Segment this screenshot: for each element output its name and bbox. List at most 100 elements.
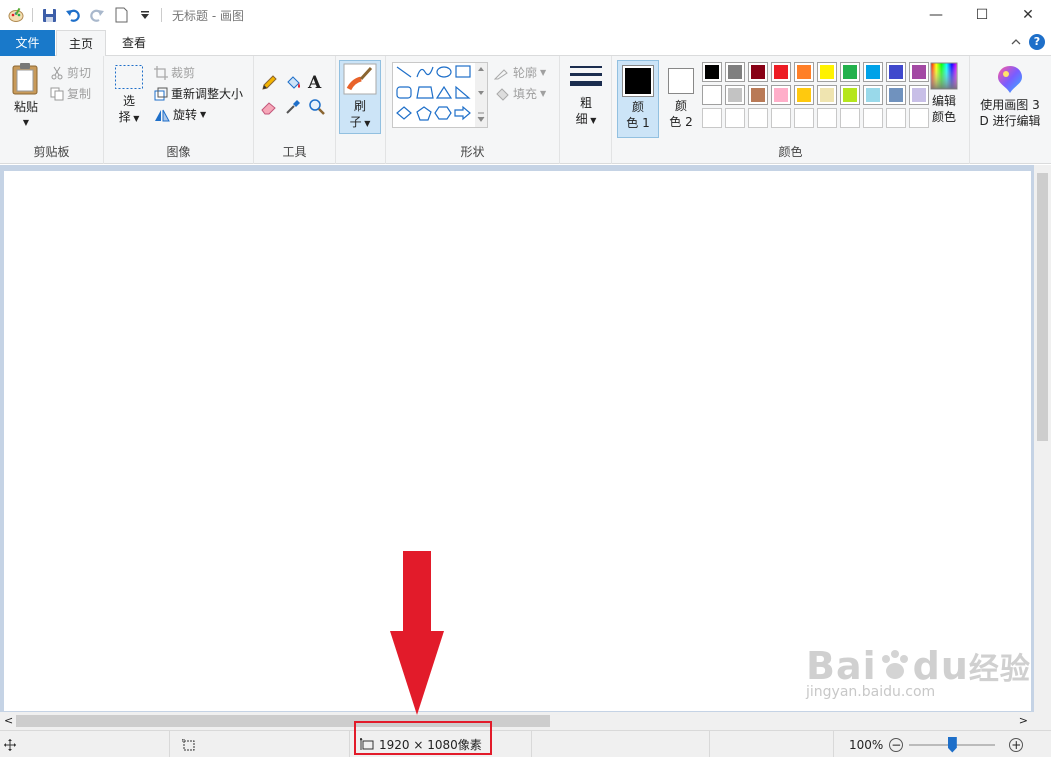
palette-swatch[interactable] (794, 62, 814, 82)
palette-swatch[interactable] (863, 62, 883, 82)
selection-size-cell (170, 731, 350, 757)
watermark-brand: Bai (806, 644, 877, 688)
fill-button[interactable]: 填充 ▼ (494, 83, 546, 104)
scissors-icon (51, 66, 63, 79)
rotate-button[interactable]: 旋转 ▼ (154, 104, 243, 125)
palette-swatch[interactable] (702, 85, 722, 105)
cut-label: 剪切 (67, 66, 92, 80)
palette-swatch[interactable] (886, 85, 906, 105)
shapes-gallery[interactable] (392, 62, 488, 128)
palette-swatch-fill (912, 88, 926, 102)
edit-colors-icon (930, 62, 958, 90)
palette-swatch-empty[interactable] (863, 108, 883, 128)
palette-swatch[interactable] (771, 85, 791, 105)
text-tool-icon[interactable]: A (308, 74, 332, 98)
help-icon[interactable]: ? (1029, 34, 1045, 50)
empty-status-cell (710, 731, 834, 757)
image-size-highlight-box (354, 721, 492, 755)
brushes-label-2: 子 (349, 115, 362, 129)
palette-swatch[interactable] (725, 62, 745, 82)
paint-app-icon[interactable] (7, 6, 25, 24)
vertical-scroll-thumb[interactable] (1037, 173, 1048, 441)
select-button[interactable]: 选 择 ▼ (112, 64, 146, 127)
palette-swatch-fill (912, 111, 926, 125)
scroll-right-icon[interactable]: > (1019, 714, 1028, 727)
paint3d-button[interactable]: 使用画图 3 D 进行编辑 (972, 64, 1048, 129)
palette-swatch-empty[interactable] (748, 108, 768, 128)
color2-button[interactable]: 颜 色 2 (662, 60, 700, 138)
minimize-button[interactable]: — (913, 0, 959, 30)
palette-swatch[interactable] (702, 62, 722, 82)
tab-view[interactable]: 查看 (108, 30, 160, 56)
crop-label: 裁剪 (171, 66, 196, 80)
palette-swatch-empty[interactable] (771, 108, 791, 128)
color1-button[interactable]: 颜 色 1 (617, 60, 659, 138)
tab-file[interactable]: 文件 (0, 30, 55, 56)
fill-icon (496, 87, 509, 101)
outline-button[interactable]: 轮廓 ▼ (494, 62, 546, 83)
paste-button[interactable]: 粘贴 ▼ (8, 62, 44, 131)
resize-button[interactable]: 重新调整大小 (154, 83, 243, 104)
brushes-button[interactable]: 刷 子 ▼ (339, 60, 381, 134)
collapse-ribbon-icon[interactable] (1011, 35, 1021, 49)
fill-bucket-icon[interactable] (284, 74, 308, 98)
zoom-out-icon[interactable]: − (889, 737, 904, 752)
palette-swatch[interactable] (794, 85, 814, 105)
maximize-button[interactable]: ☐ (959, 0, 1005, 30)
redo-icon[interactable] (88, 6, 106, 24)
palette-swatch-empty[interactable] (909, 108, 929, 128)
palette-swatch[interactable] (817, 85, 837, 105)
new-file-icon[interactable] (112, 6, 130, 24)
palette-swatch[interactable] (748, 62, 768, 82)
undo-icon[interactable] (64, 6, 82, 24)
palette-swatch[interactable] (863, 85, 883, 105)
zoom-slider-thumb[interactable] (947, 736, 957, 753)
palette-swatch-empty[interactable] (817, 108, 837, 128)
palette-swatch[interactable] (725, 85, 745, 105)
close-button[interactable]: ✕ (1005, 0, 1051, 30)
palette-swatch-empty[interactable] (725, 108, 745, 128)
rotate-dropdown-icon: ▼ (200, 110, 207, 119)
palette-swatch-empty[interactable] (840, 108, 860, 128)
vertical-scrollbar[interactable] (1034, 165, 1051, 712)
palette-swatch[interactable] (840, 62, 860, 82)
customize-toolbar-dropdown-icon[interactable] (136, 6, 154, 24)
palette-swatch[interactable] (771, 62, 791, 82)
pencil-icon[interactable] (260, 74, 284, 98)
palette-swatch-empty[interactable] (886, 108, 906, 128)
brush-icon (343, 63, 377, 95)
scroll-left-icon[interactable]: < (4, 714, 13, 727)
palette-swatch[interactable] (909, 85, 929, 105)
palette-swatch[interactable] (886, 62, 906, 82)
clipboard-group-label: 剪贴板 (33, 145, 70, 159)
palette-swatch-fill (797, 88, 811, 102)
zoom-slider[interactable] (909, 736, 996, 753)
horizontal-scrollbar[interactable]: < > (0, 712, 1034, 730)
edit-colors-button[interactable]: 编辑 颜色 (924, 62, 964, 125)
palette-swatch[interactable] (840, 85, 860, 105)
save-icon[interactable] (40, 6, 58, 24)
drawing-canvas[interactable] (4, 171, 1031, 711)
cut-button[interactable]: 剪切 (50, 62, 91, 83)
quick-access-toolbar: 无标题 - 画图 (0, 0, 244, 30)
crop-button[interactable]: 裁剪 (154, 62, 243, 83)
separator (161, 8, 162, 22)
tab-home[interactable]: 主页 (56, 30, 106, 57)
brushes-dropdown-icon: ▼ (361, 119, 371, 128)
baidu-jingyan-watermark: Bai du经验 jingyan.baidu.com (806, 644, 1031, 700)
palette-swatch[interactable] (748, 85, 768, 105)
palette-swatch-fill (751, 65, 765, 79)
paint3d-label-1: 使用画图 3 (980, 98, 1040, 112)
magnifier-icon[interactable] (308, 98, 332, 122)
zoom-in-icon[interactable]: + (1009, 737, 1024, 752)
select-label-2: 择 (118, 110, 131, 124)
eraser-icon[interactable] (260, 98, 284, 122)
color-picker-icon[interactable] (284, 98, 308, 122)
palette-swatch-empty[interactable] (702, 108, 722, 128)
copy-button[interactable]: 复制 (50, 83, 91, 104)
palette-swatch-empty[interactable] (794, 108, 814, 128)
separator (32, 8, 33, 22)
palette-swatch[interactable] (817, 62, 837, 82)
palette-swatch[interactable] (909, 62, 929, 82)
size-button[interactable]: 粗 细 ▼ (566, 64, 606, 129)
